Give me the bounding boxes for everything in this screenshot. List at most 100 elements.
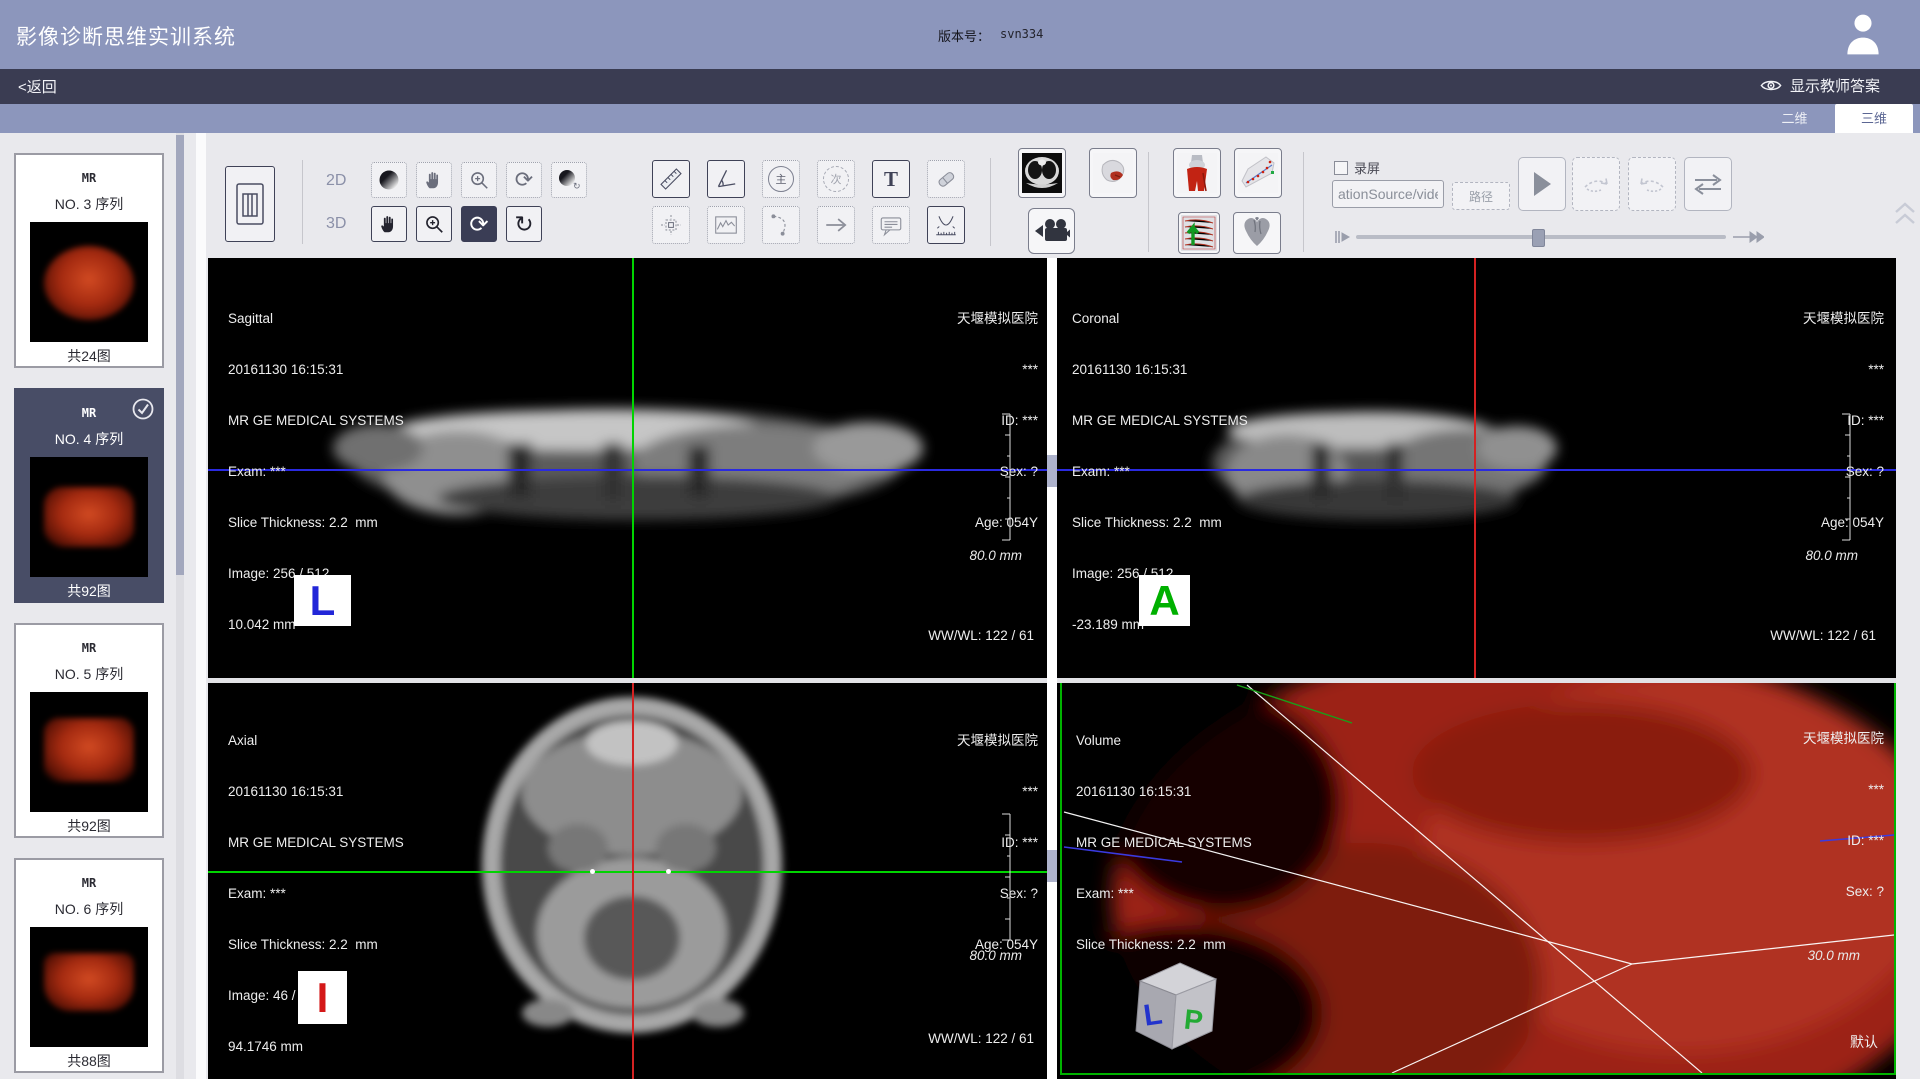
coronal-wwwl: WW/WL: 122 / 61 (1770, 627, 1876, 644)
divider-scroll-thumb-bottom[interactable] (1047, 850, 1057, 882)
slider-start-icon (1334, 229, 1352, 245)
user-avatar[interactable] (1843, 10, 1883, 56)
arc-icon (768, 212, 794, 238)
divider-scroll-thumb-top[interactable] (1047, 455, 1057, 487)
series-card-3[interactable]: MR NO. 3 序列 共24图 (14, 153, 164, 368)
heart-preset-button[interactable] (1233, 212, 1281, 254)
series-modality: MR (16, 876, 162, 890)
nav-bar (0, 69, 1920, 104)
window-level-rotate-button[interactable]: ↻ (551, 162, 587, 198)
reference-dot (666, 869, 671, 874)
series-thumbnail (30, 927, 148, 1047)
tab-3d[interactable]: 三维 (1835, 104, 1913, 133)
video-camera-icon (1034, 216, 1070, 246)
dicom-device: MR GE MEDICAL SYSTEMS (228, 834, 404, 851)
segmentation-icon (1181, 215, 1217, 251)
series-card-6[interactable]: MR NO. 6 序列 共88图 (14, 858, 164, 1073)
dicom-sex: Sex: ? (1803, 883, 1884, 900)
skull-volume-preset-button[interactable] (1089, 148, 1137, 198)
zoom-3d-button[interactable] (416, 206, 452, 242)
tools-3d-row: ⟳ ↻ (371, 206, 542, 242)
preset-row-1a (1018, 148, 1137, 198)
angle-tool-button[interactable] (707, 160, 745, 198)
dicom-exam: Exam: *** (228, 463, 404, 480)
hand-icon (423, 169, 445, 191)
version-label: 版本号： (938, 26, 990, 45)
viewport-vertical-divider[interactable] (1047, 258, 1057, 1079)
collapse-toolbar-button[interactable] (1893, 200, 1917, 231)
sagittal-scale-ruler (998, 412, 1012, 542)
sidebar-divider (196, 133, 206, 1079)
contrast-ball-small-icon: ↻ (556, 168, 582, 192)
swap-direction-button[interactable] (1684, 157, 1732, 211)
dicom-hospital: 天堰模拟医院 (1803, 310, 1884, 327)
record-screen-checkbox[interactable]: 录屏 (1334, 158, 1380, 177)
roi-box-tool-button[interactable] (652, 206, 690, 244)
knee-preset-button[interactable] (1173, 148, 1221, 198)
axial-scale-ruler (998, 812, 1012, 942)
axial-orientation-marker: I (298, 971, 347, 1024)
secondary-roi-tool-button[interactable]: 次 (817, 160, 855, 198)
pan-2d-button[interactable] (416, 162, 452, 198)
sidebar-scrollbar-thumb[interactable] (176, 135, 184, 575)
annotated-measure-icon (1238, 153, 1278, 193)
toolbar-separator (1303, 152, 1304, 252)
ruler-tool-button[interactable] (652, 160, 690, 198)
app-window: 影像诊断思维实训系统 版本号： svn334 <返回 显示教师答案 二维 三维 … (0, 0, 1920, 1079)
volume-default-label[interactable]: 默认 (1850, 1032, 1878, 1052)
crosshair-vertical-red[interactable] (632, 683, 634, 1079)
rotate-right-loop-button[interactable] (1572, 157, 1620, 211)
rotate-2d-button[interactable]: ⟳ (506, 162, 542, 198)
video-path-input[interactable] (1332, 180, 1444, 208)
dicom-hospital: 天堰模拟医院 (1803, 730, 1884, 747)
orientation-letter: I (317, 977, 329, 1019)
magnifier-plus-icon (468, 169, 490, 191)
toolbar-separator (1148, 152, 1149, 252)
sagittal-scale-label: 80.0 mm (969, 548, 1022, 563)
series-modality: MR (16, 641, 162, 655)
slider-end-icon (1732, 229, 1764, 245)
export-video-button[interactable] (1028, 208, 1075, 254)
series-card-4-selected[interactable]: MR NO. 4 序列 共92图 (14, 388, 164, 603)
secondary-circle-icon: 次 (823, 166, 849, 192)
path-button[interactable]: 路径 (1452, 182, 1510, 210)
zoom-2d-button[interactable] (461, 162, 497, 198)
window-level-2d-button[interactable] (371, 162, 407, 198)
arrow-icon (823, 212, 849, 238)
dicom-stars: *** (957, 361, 1038, 378)
playback-slider[interactable] (1334, 228, 1764, 246)
segmentation-preset-button[interactable] (1178, 212, 1220, 254)
knee-joint-icon (1177, 153, 1217, 193)
text-tool-icon: T (884, 167, 898, 192)
primary-label: 主 (776, 171, 787, 187)
text-annotation-button[interactable]: T (872, 160, 910, 198)
orientation-letter: L (310, 580, 336, 622)
play-button[interactable] (1518, 157, 1566, 211)
crosshair-vertical-red[interactable] (1474, 258, 1476, 678)
arc-tool-button[interactable] (762, 206, 800, 244)
comment-tool-button[interactable] (872, 206, 910, 244)
primary-circle-icon: 主 (768, 166, 794, 192)
reset-3d-button[interactable]: ↻ (506, 206, 542, 242)
crosshair-vertical-green[interactable] (632, 258, 634, 678)
eraser-button[interactable] (927, 160, 965, 198)
view-title: Coronal (1072, 310, 1248, 327)
dicom-datetime: 20161130 16:15:31 (1076, 783, 1252, 800)
lung-ct-preset-button[interactable] (1018, 148, 1066, 198)
rotate-left-loop-button[interactable] (1628, 157, 1676, 211)
primary-roi-tool-button[interactable]: 主 (762, 160, 800, 198)
curve-ruler-tool-button[interactable] (927, 206, 965, 244)
ruler-icon (658, 166, 684, 192)
show-teacher-answer-button[interactable]: 显示教师答案 (1760, 75, 1880, 96)
series-name: NO. 5 序列 (16, 664, 162, 684)
pan-3d-button[interactable] (371, 206, 407, 242)
curve-profile-tool-button[interactable] (707, 206, 745, 244)
annotated-view-preset-button[interactable] (1234, 148, 1282, 198)
arrow-tool-button[interactable] (817, 206, 855, 244)
tab-2d[interactable]: 二维 (1757, 104, 1832, 133)
rotate-3d-button-active[interactable]: ⟳ (461, 206, 497, 242)
back-button[interactable]: <返回 (18, 76, 57, 97)
layout-button[interactable] (225, 166, 275, 242)
slider-handle[interactable] (1532, 229, 1545, 247)
series-card-5[interactable]: MR NO. 5 序列 共92图 (14, 623, 164, 838)
